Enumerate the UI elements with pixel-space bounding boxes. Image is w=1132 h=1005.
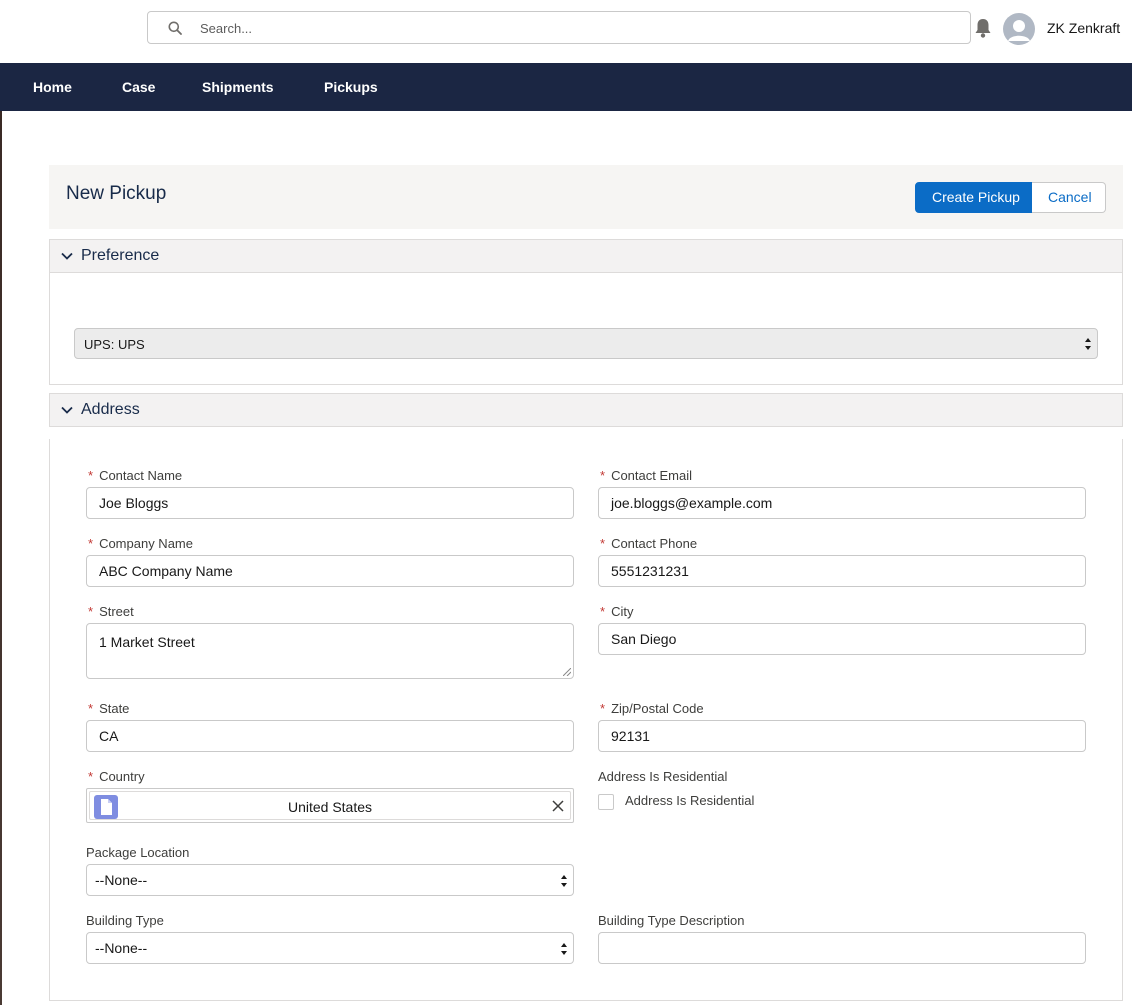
required-marker: * (88, 536, 94, 551)
required-marker: * (600, 536, 606, 551)
user-avatar-icon (1008, 20, 1030, 41)
contact-name-label: * Contact Name (88, 468, 182, 483)
search-icon (168, 21, 182, 35)
country-value: United States (287, 799, 373, 815)
contact-email-label: * Contact Email (600, 468, 692, 483)
window-edge (0, 111, 2, 1005)
chevron-down-icon (61, 252, 73, 260)
select-arrows-icon (1085, 338, 1091, 350)
resize-handle-icon[interactable] (563, 668, 571, 676)
street-label-text: Street (99, 604, 134, 619)
contact-phone-field[interactable]: 5551231231 (598, 555, 1086, 587)
country-pill: United States (89, 791, 571, 820)
user-name[interactable]: ZK Zenkraft (1047, 20, 1120, 36)
cancel-button[interactable]: Cancel (1032, 182, 1106, 213)
building-type-label: Building Type (86, 913, 164, 928)
create-pickup-button[interactable]: Create Pickup (915, 182, 1032, 213)
building-type-value: --None-- (95, 940, 148, 956)
required-marker: * (88, 769, 94, 784)
city-value: San Diego (611, 631, 677, 647)
action-button-group: Create Pickup Cancel (915, 182, 1106, 213)
residential-checkbox-label[interactable]: Address Is Residential (625, 793, 754, 808)
package-location-value: --None-- (95, 872, 148, 888)
building-type-description-label: Building Type Description (598, 913, 745, 928)
required-marker: * (600, 701, 606, 716)
zip-field[interactable]: 92131 (598, 720, 1086, 752)
city-field[interactable]: San Diego (598, 623, 1086, 655)
contact-name-label-text: Contact Name (99, 468, 183, 483)
state-label: * State (88, 701, 129, 716)
search-placeholder: Search... (200, 21, 253, 36)
nav-item-case[interactable]: Case (122, 79, 155, 95)
company-name-value: ABC Company Name (99, 563, 233, 579)
global-header: Search... ZK Zenkraft (0, 0, 1132, 63)
chevron-down-icon (61, 406, 73, 414)
contact-name-value: Joe Bloggs (99, 495, 169, 511)
required-marker: * (88, 468, 94, 483)
street-value: 1 Market Street (99, 634, 195, 650)
required-marker: * (88, 604, 94, 619)
select-arrows-icon (561, 943, 567, 955)
company-name-field[interactable]: ABC Company Name (86, 555, 574, 587)
company-name-label: * Company Name (88, 536, 193, 551)
contact-email-value: joe.bloggs@example.com (611, 495, 773, 511)
app-navigation: Home Case Shipments Pickups (0, 63, 1132, 111)
package-location-label: Package Location (86, 845, 190, 860)
country-label-text: Country (99, 769, 145, 784)
building-type-description-field[interactable] (598, 932, 1086, 964)
notification-bell-icon[interactable] (973, 17, 993, 39)
country-lookup[interactable]: United States (86, 788, 574, 823)
nav-item-pickups[interactable]: Pickups (324, 79, 378, 95)
section-title-preference: Preference (81, 247, 160, 264)
company-name-label-text: Company Name (99, 536, 193, 551)
select-arrows-icon (561, 875, 567, 887)
page-header: New Pickup Create Pickup Cancel (49, 165, 1123, 229)
state-value: CA (99, 728, 119, 744)
required-marker: * (88, 701, 94, 716)
city-label: * City (600, 604, 633, 619)
contact-email-label-text: Contact Email (611, 468, 692, 483)
zip-label-text: Zip/Postal Code (611, 701, 704, 716)
zip-label: * Zip/Postal Code (600, 701, 704, 716)
contact-phone-label: * Contact Phone (600, 536, 697, 551)
user-avatar[interactable] (1003, 13, 1035, 45)
close-icon[interactable] (552, 800, 564, 812)
country-label: * Country (88, 769, 145, 784)
page-title: New Pickup (66, 183, 167, 204)
nav-item-home[interactable]: Home (33, 79, 72, 95)
required-marker: * (600, 604, 606, 619)
carrier-select[interactable]: UPS: UPS (74, 328, 1098, 359)
search-input[interactable]: Search... (147, 11, 971, 44)
carrier-select-value: UPS: UPS (84, 337, 145, 352)
building-type-select[interactable]: --None-- (86, 932, 574, 964)
state-label-text: State (99, 701, 130, 716)
residential-checkbox[interactable] (598, 794, 614, 810)
street-textarea[interactable]: 1 Market Street (86, 623, 574, 679)
contact-phone-label-text: Contact Phone (611, 536, 698, 551)
city-label-text: City (611, 604, 634, 619)
residential-label: Address Is Residential (598, 769, 728, 784)
required-marker: * (600, 468, 606, 483)
section-header-preference[interactable]: Preference (49, 239, 1123, 273)
contact-name-field[interactable]: Joe Bloggs (86, 487, 574, 519)
street-label: * Street (88, 604, 134, 619)
section-title-address: Address (81, 401, 140, 418)
section-header-address[interactable]: Address (49, 393, 1123, 427)
nav-item-shipments[interactable]: Shipments (202, 79, 274, 95)
state-field[interactable]: CA (86, 720, 574, 752)
contact-email-field[interactable]: joe.bloggs@example.com (598, 487, 1086, 519)
package-location-select[interactable]: --None-- (86, 864, 574, 896)
zip-value: 92131 (611, 728, 650, 744)
contact-phone-value: 5551231231 (611, 563, 689, 579)
